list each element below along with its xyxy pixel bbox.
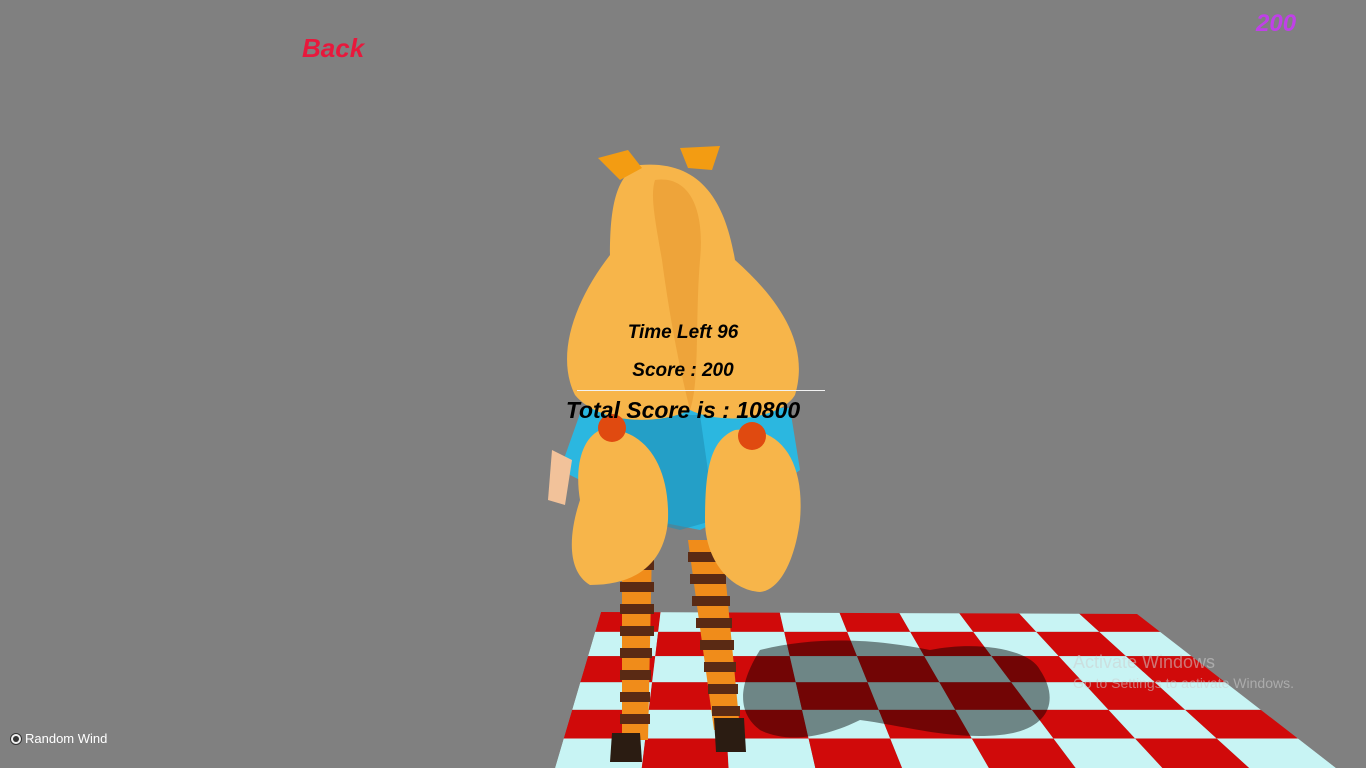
back-button[interactable]: Back: [302, 33, 364, 64]
random-wind-label: Random Wind: [25, 731, 108, 746]
hair-ornament-right: [680, 146, 720, 170]
score-label: Score : 200: [632, 360, 734, 381]
radio-selected-dot: [13, 735, 19, 742]
activation-watermark: Activate Windows Go to Settings to activ…: [1073, 652, 1294, 691]
hud-divider: [577, 390, 825, 391]
radio-button-icon[interactable]: [10, 732, 22, 745]
game-viewport[interactable]: Back 200 Time Left 96 Score : 200 Total …: [0, 0, 1366, 768]
corner-score: 200: [1256, 10, 1297, 37]
watermark-title: Activate Windows: [1073, 652, 1216, 672]
ponytail-right: [705, 429, 801, 592]
total-score-label: Total Score is : 10800: [565, 397, 801, 423]
time-left-label: Time Left 96: [627, 322, 739, 343]
random-wind-toggle[interactable]: Random Wind: [10, 731, 107, 746]
watermark-subtitle: Go to Settings to activate Windows.: [1073, 675, 1294, 691]
